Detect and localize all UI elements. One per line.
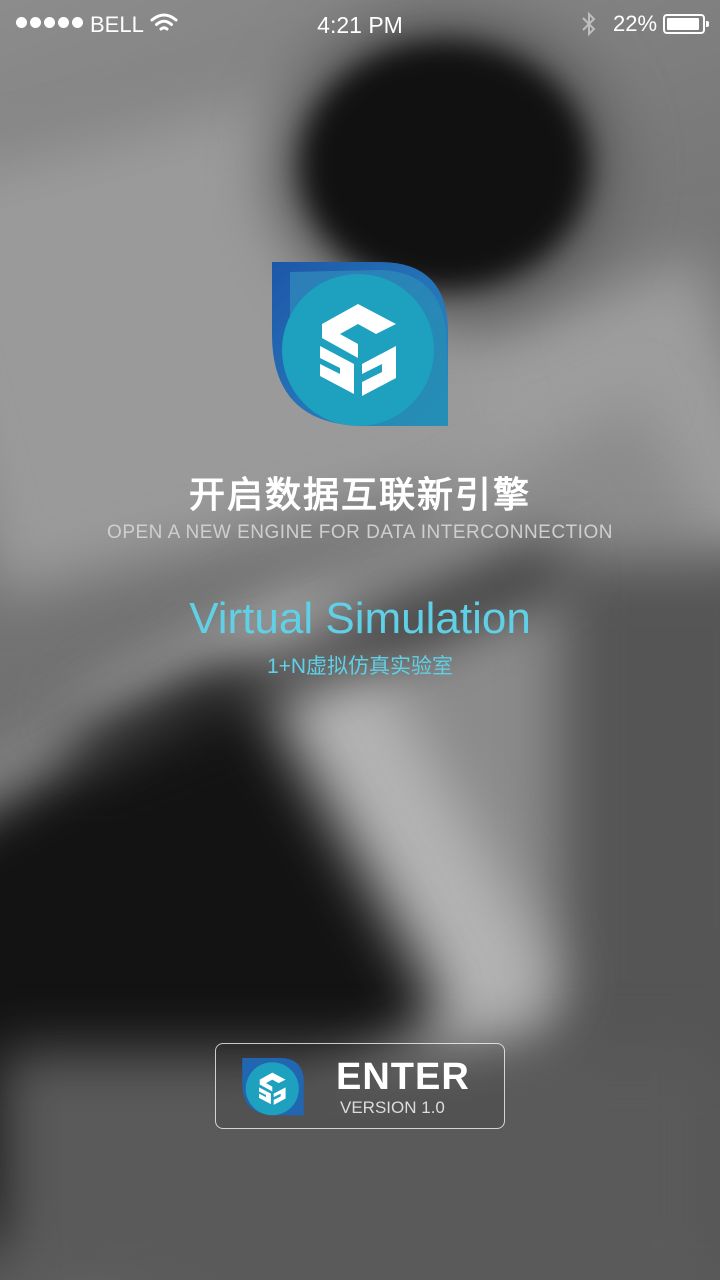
- version-label: VERSION 1.0: [340, 1098, 445, 1117]
- headline-title: 开启数据互联新引擎: [188, 474, 531, 515]
- enter-button[interactable]: ENTER VERSION 1.0: [215, 1043, 505, 1129]
- cube-logo-icon: [272, 262, 448, 426]
- battery-percentage: 22%: [613, 11, 658, 36]
- product-tagline: 1+N虚拟仿真实验室: [266, 655, 454, 678]
- battery-icon: [663, 14, 709, 34]
- headline-subtitle: OPEN A NEW ENGINE FOR DATA INTERCONNECTI…: [107, 522, 613, 543]
- clock: 4:21 PM: [317, 12, 403, 38]
- cube-logo-icon: [242, 1058, 304, 1116]
- enter-button-label: ENTER: [336, 1056, 470, 1098]
- product-name: Virtual Simulation: [189, 594, 531, 643]
- status-bar: BELL 4:21 PM 22%: [0, 0, 720, 50]
- bluetooth-icon: [582, 11, 596, 37]
